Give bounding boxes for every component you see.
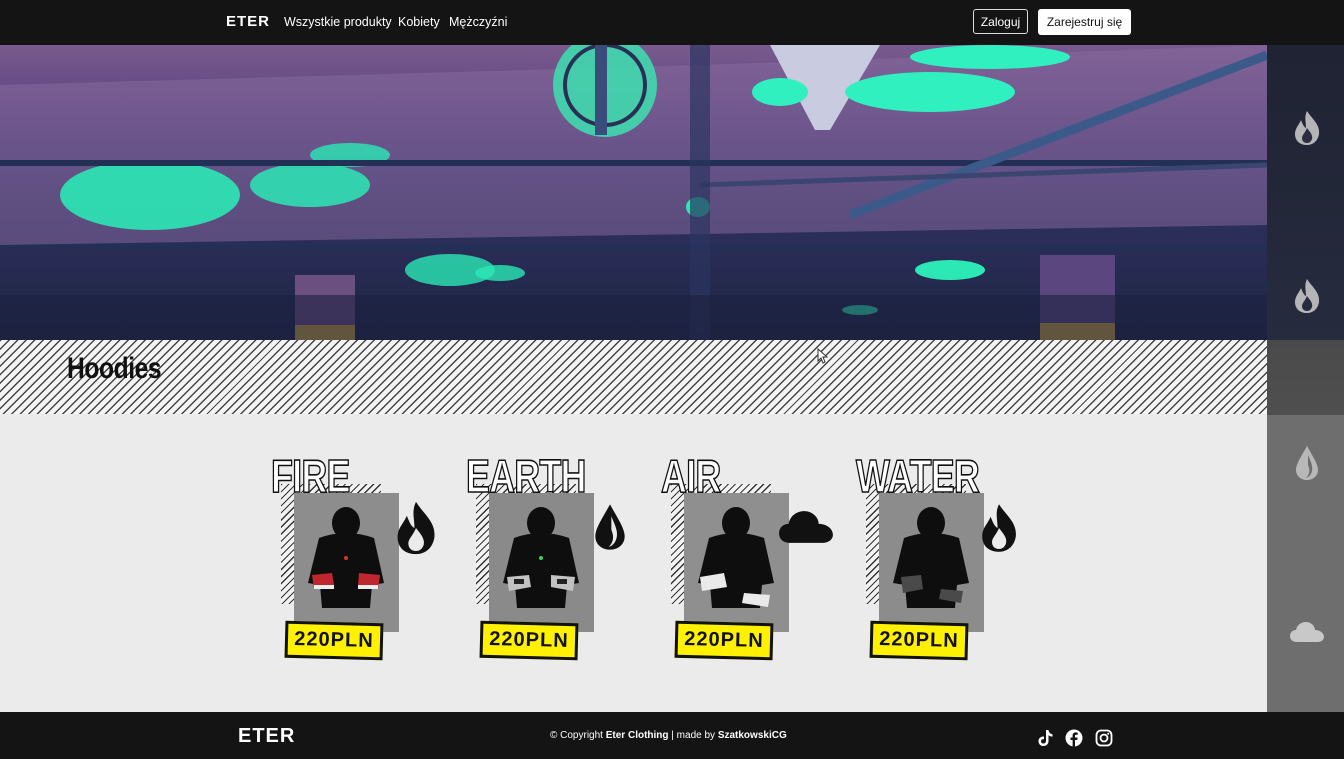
instagram-icon[interactable] <box>1095 729 1113 747</box>
product-card-air[interactable]: AIR 220PLN <box>660 451 833 667</box>
nav-link-women[interactable]: Kobiety <box>398 15 440 29</box>
facebook-icon[interactable] <box>1065 729 1083 747</box>
hero-banner-image <box>0 45 1267 340</box>
price-tag: 220PLN <box>674 620 774 661</box>
fire-icon[interactable] <box>1292 110 1322 146</box>
product-image <box>684 493 789 632</box>
nav-link-men[interactable]: Mężczyźni <box>449 15 507 29</box>
page-title: Hoodies <box>67 352 162 385</box>
company-name: Eter Clothing <box>605 730 669 741</box>
copyright-prefix: © Copyright <box>550 730 603 741</box>
mouse-cursor-icon <box>817 348 829 364</box>
earth-icon <box>595 504 625 550</box>
product-image <box>879 493 984 632</box>
cloud-icon <box>779 511 833 543</box>
register-button[interactable]: Zarejestruj się <box>1038 9 1131 35</box>
product-image <box>294 493 399 632</box>
fire-icon <box>397 501 435 555</box>
product-card-earth[interactable]: EARTH 220PLN <box>465 451 636 667</box>
section-header-band <box>0 340 1267 414</box>
made-by-label: | made by <box>671 730 716 741</box>
earth-icon[interactable] <box>1292 278 1322 314</box>
nav-link-all-products[interactable]: Wszystkie produkty <box>284 15 392 29</box>
price-tag: 220PLN <box>869 620 969 661</box>
water-icon[interactable] <box>1292 445 1322 481</box>
login-button[interactable]: Zaloguj <box>973 9 1028 34</box>
footer: ETER © Copyright Eter Clothing | made by… <box>0 712 1344 759</box>
product-card-water[interactable]: WATER 220PLN <box>855 451 1026 667</box>
author-name: SzatkowskiCG <box>717 730 787 741</box>
footer-brand-logo[interactable]: ETER <box>238 725 295 748</box>
brand-logo[interactable]: ETER <box>226 13 270 30</box>
product-image <box>489 493 594 632</box>
product-card-fire[interactable]: FIRE 220PLN <box>270 451 441 667</box>
navbar: ETER Wszystkie produkty Kobiety Mężczyźn… <box>0 0 1344 45</box>
copyright-text: © Copyright Eter Clothing | made by Szat… <box>550 730 787 741</box>
price-tag: 220PLN <box>479 620 579 661</box>
tiktok-icon[interactable] <box>1036 729 1054 747</box>
water-icon <box>982 504 1016 552</box>
cloud-icon[interactable] <box>1289 614 1325 650</box>
price-tag: 220PLN <box>284 620 384 661</box>
